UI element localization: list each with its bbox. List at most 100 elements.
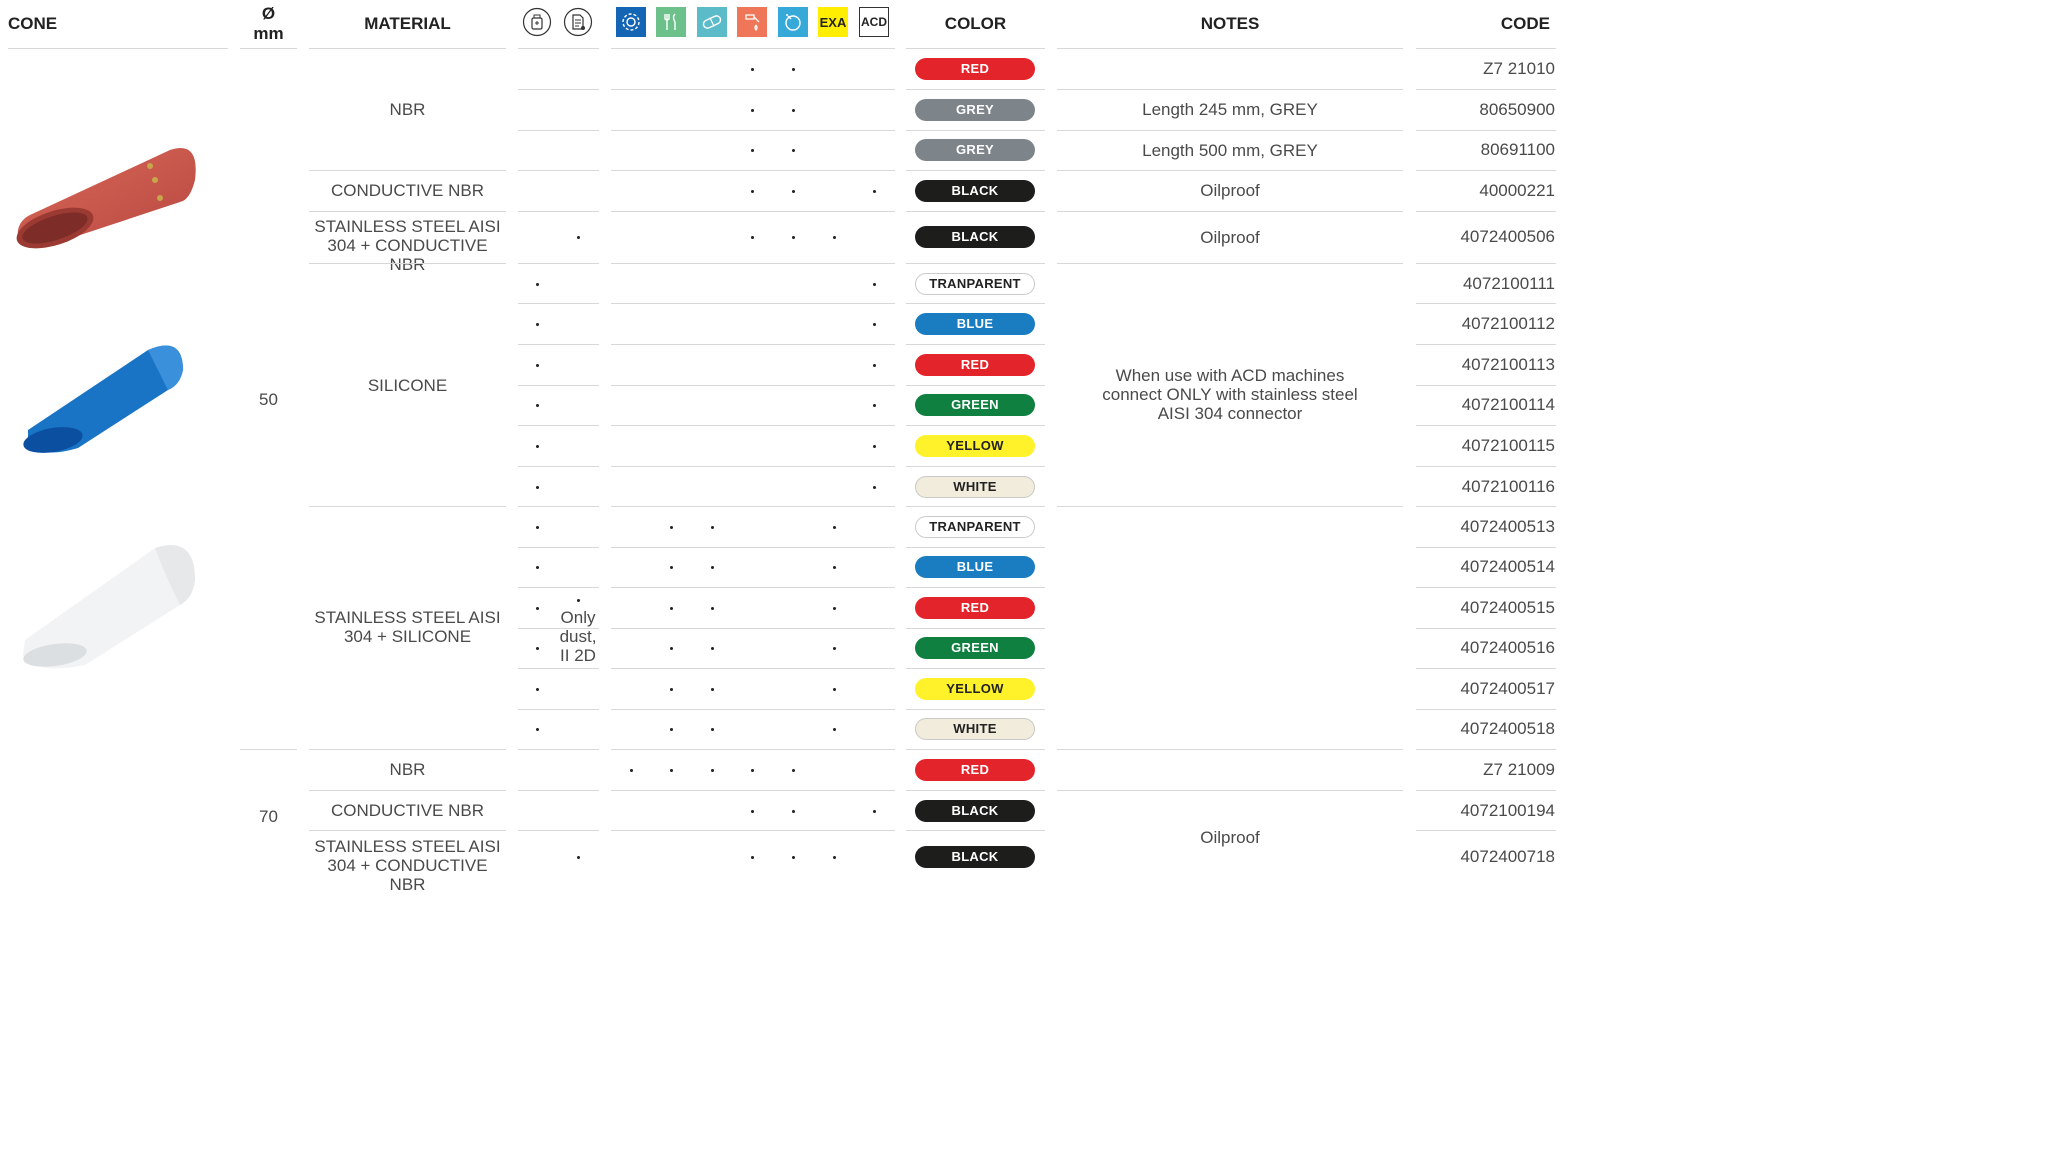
product-code: 4072400514: [1460, 557, 1555, 576]
dust-note-line2: dust,: [559, 627, 597, 646]
row-divider: [1416, 89, 1556, 90]
material-ss-conductive-nbr-70: STAINLESS STEEL AISI 304 + CONDUCTIVE NB…: [314, 837, 501, 894]
color-pill: GREY: [915, 99, 1035, 121]
row-divider: [1416, 587, 1556, 588]
note-acd: When use with ACD machines connect ONLY …: [1102, 366, 1358, 423]
row-divider: [611, 170, 895, 171]
compat-marker: [711, 769, 714, 772]
color-pill: BLACK: [915, 846, 1035, 868]
row-divider: [611, 628, 895, 629]
compat-marker: [833, 647, 836, 650]
row-divider: [1416, 790, 1556, 791]
header-notes: NOTES: [1200, 14, 1260, 33]
compat-marker: [792, 68, 795, 71]
row-divider: [906, 587, 1045, 588]
row-divider: [518, 830, 599, 831]
row-divider: [1416, 170, 1556, 171]
compat-marker: [751, 68, 754, 71]
compat-marker: [711, 566, 714, 569]
row-divider: [611, 587, 895, 588]
product-code: 4072100113: [1461, 355, 1555, 374]
note-oilproof-3: Oilproof: [1200, 828, 1260, 847]
product-code: 4072100116: [1461, 477, 1555, 496]
compat-marker: [536, 486, 539, 489]
oil-drop-icon: [737, 7, 767, 37]
row-divider: [611, 709, 895, 710]
row-divider: [518, 790, 599, 791]
compat-marker: [536, 728, 539, 731]
product-code: 4072100114: [1461, 395, 1555, 414]
compat-marker: [536, 323, 539, 326]
row-divider: [611, 344, 895, 345]
product-code: 80691100: [1480, 140, 1555, 159]
row-divider: [611, 130, 895, 131]
note-oilproof-1: Oilproof: [1200, 181, 1260, 200]
color-pill: RED: [915, 597, 1035, 619]
row-divider: [906, 628, 1045, 629]
compat-marker: [711, 688, 714, 691]
product-code: 4072100111: [1462, 274, 1555, 293]
row-divider: [906, 790, 1045, 791]
product-code: 4072100115: [1461, 436, 1555, 455]
compat-marker: [833, 856, 836, 859]
product-code: Z7 21009: [1483, 760, 1555, 779]
header-code: CODE: [1500, 14, 1550, 33]
compat-marker: [670, 769, 673, 772]
color-pill: GREEN: [915, 394, 1035, 416]
row-divider: [518, 506, 599, 507]
note-oilproof-2: Oilproof: [1200, 228, 1260, 247]
row-divider: [906, 506, 1045, 507]
row-divider: [906, 89, 1045, 90]
compat-marker: [751, 149, 754, 152]
compat-marker: [873, 486, 876, 489]
cone-image-red: [16, 148, 196, 249]
color-pill: GREY: [915, 139, 1035, 161]
exa-icon: EXA: [818, 7, 848, 37]
compat-marker: [670, 526, 673, 529]
row-divider: [518, 385, 599, 386]
color-pill: BLUE: [915, 556, 1035, 578]
compat-marker: [833, 728, 836, 731]
row-divider: [518, 587, 599, 588]
compat-marker: [577, 856, 580, 859]
compat-marker: [711, 728, 714, 731]
compat-marker: [577, 599, 580, 602]
header-diameter-symbol: Ø: [261, 4, 276, 23]
compat-marker: [873, 364, 876, 367]
compat-marker: [711, 607, 714, 610]
compat-marker: [751, 190, 754, 193]
diameter-50: 50: [259, 390, 278, 409]
row-divider: [611, 506, 895, 507]
compat-marker: [670, 566, 673, 569]
row-divider: [518, 130, 599, 131]
color-pill: WHITE: [915, 718, 1035, 740]
dust-note-line3: II 2D: [560, 646, 596, 665]
row-divider: [1416, 547, 1556, 548]
compat-marker: [873, 404, 876, 407]
material-conductive-nbr-70: CONDUCTIVE NBR: [330, 801, 484, 820]
compat-marker: [873, 190, 876, 193]
row-divider: [518, 628, 599, 629]
row-divider: [611, 89, 895, 90]
compat-marker: [792, 190, 795, 193]
row-divider: [611, 385, 895, 386]
row-divider: [611, 830, 895, 831]
row-divider: [518, 263, 599, 264]
row-divider: [906, 668, 1045, 669]
header-color: COLOR: [944, 14, 1007, 33]
color-pill: BLACK: [915, 800, 1035, 822]
compat-marker: [536, 647, 539, 650]
compat-marker: [630, 769, 633, 772]
compat-marker: [833, 526, 836, 529]
compat-marker: [751, 810, 754, 813]
product-code: 4072100194: [1460, 801, 1555, 820]
row-divider: [1416, 130, 1556, 131]
compat-marker: [536, 688, 539, 691]
material-nbr-70: NBR: [389, 760, 426, 779]
material-nbr: NBR: [389, 100, 426, 119]
compat-marker: [536, 283, 539, 286]
compat-marker: [670, 728, 673, 731]
row-divider: [1416, 830, 1556, 831]
color-pill: TRANPARENT: [915, 273, 1035, 295]
diameter-70: 70: [259, 807, 278, 826]
